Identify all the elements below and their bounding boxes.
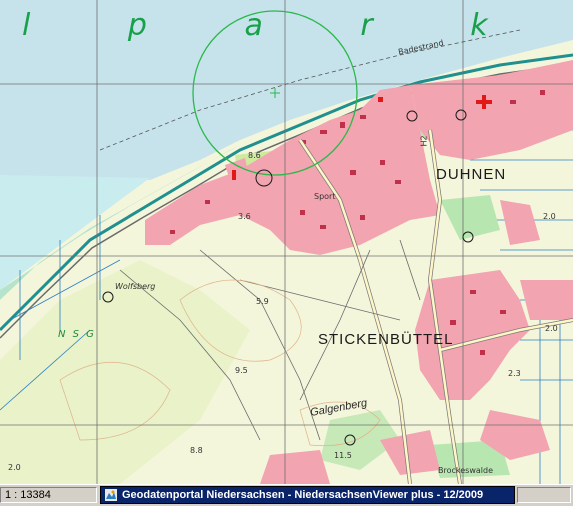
spot-height: 8.8 (190, 446, 203, 455)
spot-height: 2.0 (545, 324, 558, 333)
spot-height: 5.9 (256, 297, 269, 306)
status-panel (517, 487, 571, 503)
taskbar-window-button[interactable]: Geodatenportal Niedersachsen - Niedersac… (100, 486, 515, 504)
spot-height: 2.0 (8, 463, 21, 472)
spot-height: 11.5 (334, 451, 352, 460)
map-app-icon (105, 489, 117, 501)
spot-height: 8.6 (248, 151, 261, 160)
spot-height: 9.5 (235, 366, 248, 375)
forest-label-brockeswalde: Brockeswalde (438, 466, 493, 475)
topographic-map[interactable] (0, 0, 573, 484)
spot-height: 3.6 (238, 212, 251, 221)
sport-label: Sport (314, 192, 336, 201)
spot-height: 2.0 (543, 212, 556, 221)
road-label-h2: H2 (419, 135, 429, 147)
map-scale: 1 : 13384 (0, 487, 97, 503)
park-label: l p a r k (22, 8, 532, 43)
nsg-label: N S G (58, 329, 96, 340)
hill-label-wolfsberg: Wolfsberg (115, 282, 156, 291)
spot-height: 2.3 (508, 369, 521, 378)
place-label-stickenbuettel: STICKENBÜTTEL (318, 331, 454, 348)
place-label-duhnen: DUHNEN (436, 166, 507, 183)
window-title: Geodatenportal Niedersachsen - Niedersac… (122, 489, 484, 501)
